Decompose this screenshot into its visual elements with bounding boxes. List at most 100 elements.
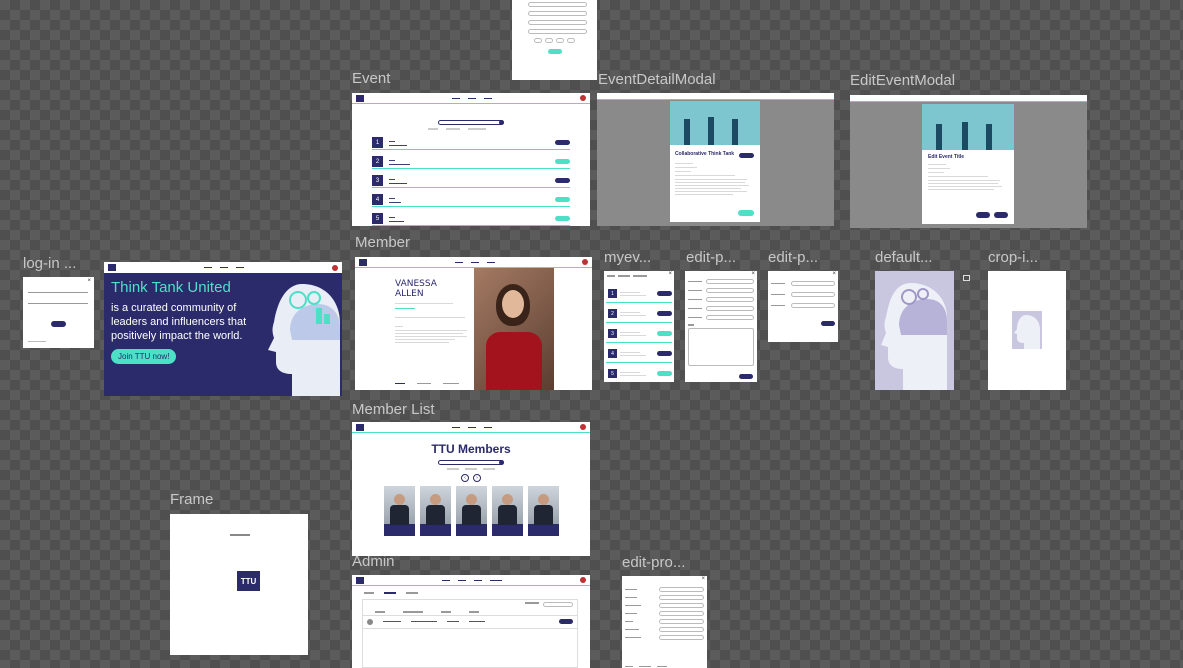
tab-edit-profile[interactable] xyxy=(417,382,431,384)
bio-textarea[interactable] xyxy=(688,327,754,366)
avatar[interactable] xyxy=(332,264,338,271)
search-icon[interactable] xyxy=(499,460,504,465)
edit-button[interactable] xyxy=(559,619,573,624)
event-detail-modal[interactable]: Collaborative Think Tank xyxy=(670,101,760,222)
admin-frame[interactable] xyxy=(352,575,590,668)
ttu-logo xyxy=(356,576,364,584)
tab-events[interactable] xyxy=(364,592,374,594)
delete-button[interactable] xyxy=(976,212,990,218)
tab-events[interactable] xyxy=(395,382,405,384)
modal-title: Collaborative Think Tank xyxy=(675,151,735,157)
close-icon[interactable]: × xyxy=(668,271,672,277)
tab-edit-password[interactable] xyxy=(443,382,459,384)
hero-subtitle: is a curated community of leaders and in… xyxy=(111,302,247,342)
ttu-logo xyxy=(108,264,116,271)
frame-label-log-in[interactable]: log-in ... xyxy=(23,255,76,272)
event-action-button[interactable] xyxy=(555,140,570,145)
frame-label-member[interactable]: Member xyxy=(355,234,410,251)
member-frame[interactable]: VANESSA ALLEN xyxy=(355,257,592,390)
member-card[interactable] xyxy=(527,485,559,536)
next-icon[interactable]: › xyxy=(473,473,481,482)
prev-icon[interactable]: ‹ xyxy=(461,473,469,482)
hero-frame[interactable]: Think Tank United is a curated community… xyxy=(104,262,342,396)
avatar[interactable] xyxy=(580,424,586,430)
member-card[interactable] xyxy=(455,485,487,536)
head-illustration xyxy=(881,283,947,390)
frame-label-default[interactable]: default... xyxy=(875,249,933,266)
event-action-button[interactable] xyxy=(555,216,570,221)
signup-submit-button[interactable] xyxy=(547,49,562,54)
avatar[interactable] xyxy=(580,577,586,583)
head-illustration xyxy=(268,284,340,396)
event-action-button[interactable] xyxy=(657,351,672,356)
frame-label-edit-event-modal[interactable]: EditEventModal xyxy=(850,72,955,89)
edit-password-frame[interactable]: × xyxy=(768,271,838,342)
ttu-logo xyxy=(356,423,364,431)
save-button[interactable] xyxy=(821,321,835,326)
frame-label-edit-pro[interactable]: edit-pro... xyxy=(622,554,685,571)
my-events-frame[interactable]: × 1 2 3 4 5 xyxy=(604,271,674,382)
crop-preview xyxy=(1012,311,1042,349)
event-image xyxy=(922,104,1014,150)
logo-frame[interactable]: TTU xyxy=(170,514,308,655)
signup-frame[interactable] xyxy=(512,0,597,80)
table-row[interactable] xyxy=(363,616,577,629)
event-action-button[interactable] xyxy=(657,291,672,296)
member-first-name: VANESSA xyxy=(395,279,437,289)
frame-label-event-detail-modal[interactable]: EventDetailModal xyxy=(598,71,716,88)
edit-event-modal[interactable]: Edit Event Title xyxy=(922,104,1014,224)
member-card[interactable] xyxy=(419,485,451,536)
tab-settings[interactable] xyxy=(406,592,418,594)
hero-title: Think Tank United xyxy=(111,279,231,296)
close-icon[interactable]: × xyxy=(701,576,705,582)
event-frame[interactable]: 1 ▬▬ ▬▬▬▬▬▬ 2 ▬▬ ▬▬▬▬▬▬▬ 3 ▬▬ ▬▬▬▬▬▬ 4 ▬▬ ▬▬▬▬ 5… xyxy=(352,93,590,226)
frame-label-edit-p-2[interactable]: edit-p... xyxy=(768,249,818,266)
admin-table[interactable] xyxy=(362,599,578,668)
backdrop-nav xyxy=(597,93,834,100)
join-button[interactable] xyxy=(739,153,754,158)
crop-image-frame[interactable] xyxy=(988,271,1066,390)
frame-label-myev[interactable]: myev... xyxy=(604,249,651,266)
frame-label-edit-p-1[interactable]: edit-p... xyxy=(686,249,736,266)
default-avatar-frame[interactable] xyxy=(875,271,954,390)
event-action-button[interactable] xyxy=(657,371,672,376)
rsvp-button[interactable] xyxy=(738,210,754,216)
frame-label-member-list[interactable]: Member List xyxy=(352,401,435,418)
search-icon[interactable] xyxy=(499,120,504,125)
event-action-button[interactable] xyxy=(657,311,672,316)
avatar[interactable] xyxy=(582,259,588,265)
search-input[interactable] xyxy=(438,120,504,125)
event-action-button[interactable] xyxy=(555,178,570,183)
frame-label-frame[interactable]: Frame xyxy=(170,491,213,508)
edit-title[interactable]: Edit Event Title xyxy=(928,154,964,160)
save-button[interactable] xyxy=(994,212,1008,218)
edit-profile-frame[interactable]: × xyxy=(685,271,757,382)
event-action-button[interactable] xyxy=(555,159,570,164)
login-frame[interactable]: × xyxy=(23,277,94,348)
page-title: TTU Members xyxy=(431,442,511,456)
event-detail-modal-frame[interactable]: Collaborative Think Tank xyxy=(597,93,834,226)
ttu-logo xyxy=(359,258,367,266)
search-input[interactable] xyxy=(438,460,504,465)
close-icon[interactable]: × xyxy=(832,271,836,277)
close-icon[interactable]: × xyxy=(751,271,755,277)
login-button[interactable] xyxy=(51,321,66,327)
save-button[interactable] xyxy=(739,374,753,379)
event-action-button[interactable] xyxy=(555,197,570,202)
avatar[interactable] xyxy=(580,95,586,101)
member-photo xyxy=(474,268,554,390)
close-icon[interactable]: × xyxy=(87,278,91,284)
edit-profile-admin-frame[interactable]: × xyxy=(622,576,707,668)
event-action-button[interactable] xyxy=(657,331,672,336)
member-card[interactable] xyxy=(491,485,523,536)
join-ttu-button[interactable]: Join TTU now! xyxy=(111,349,177,364)
crop-icon[interactable] xyxy=(963,275,970,281)
member-list-frame[interactable]: TTU Members ‹ › xyxy=(352,422,590,556)
member-card[interactable] xyxy=(383,485,415,536)
tab-members[interactable] xyxy=(384,592,396,594)
member-last-name: ALLEN xyxy=(395,289,424,299)
frame-label-crop[interactable]: crop-i... xyxy=(988,249,1038,266)
ttu-logo xyxy=(356,94,364,102)
frame-label-event[interactable]: Event xyxy=(352,70,390,87)
edit-event-modal-frame[interactable]: Edit Event Title xyxy=(850,95,1087,228)
